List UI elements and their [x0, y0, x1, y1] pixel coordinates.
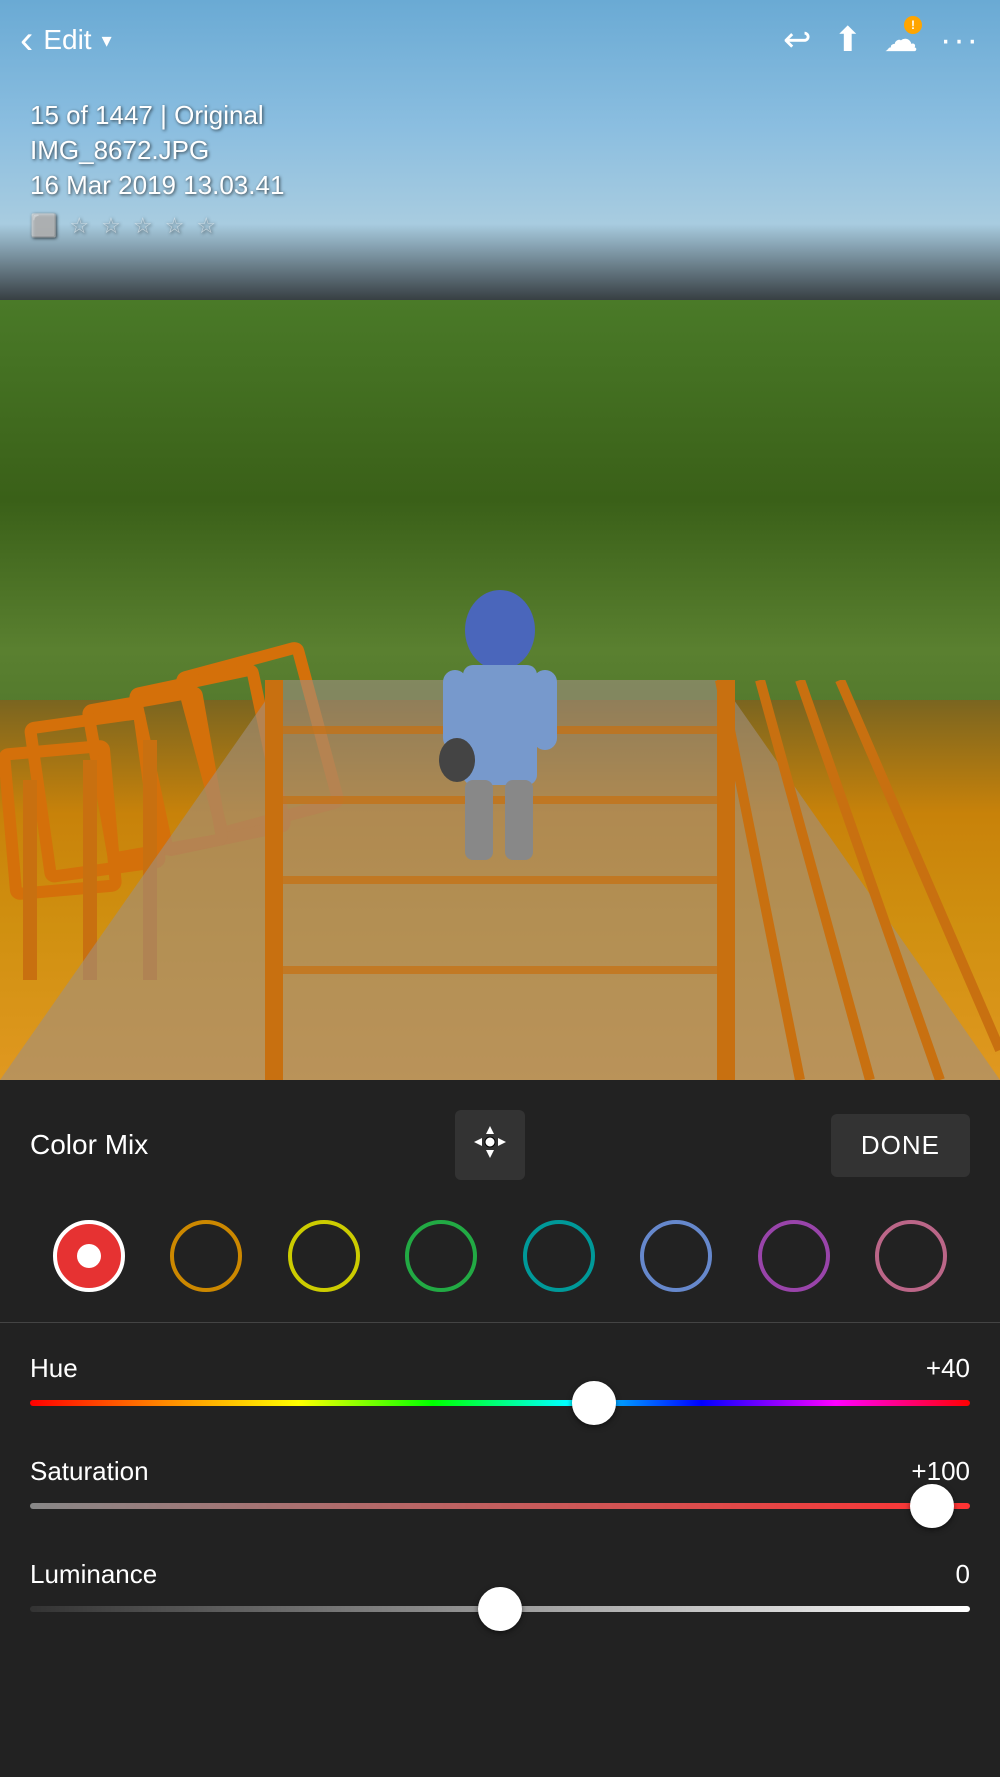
photo-metadata: 15 of 1447 | Original IMG_8672.JPG 16 Ma… [30, 100, 284, 239]
color-purple-button[interactable] [758, 1220, 830, 1292]
more-icon: ··· [940, 21, 980, 59]
star-2[interactable]: ☆ [101, 213, 121, 239]
color-mauve-button[interactable] [875, 1220, 947, 1292]
top-left-nav: ‹ Edit ▾ [20, 20, 112, 60]
back-icon: ‹ [20, 20, 33, 60]
bottom-panel: Color Mix DONE [0, 1080, 1000, 1777]
photo-counter: 15 of 1447 | Original [30, 100, 284, 131]
color-teal-button[interactable] [523, 1220, 595, 1292]
saturation-label-row: Saturation +100 [30, 1456, 970, 1487]
move-tool-button[interactable] [455, 1110, 525, 1180]
person-silhouette [435, 580, 565, 870]
top-bar: ‹ Edit ▾ ↩ ⬆ ☁ ! ··· [0, 0, 1000, 80]
color-mix-header: Color Mix DONE [0, 1080, 1000, 1200]
luminance-slider-track[interactable] [30, 1606, 970, 1612]
done-button[interactable]: DONE [831, 1114, 970, 1177]
hue-value: +40 [926, 1353, 970, 1384]
edit-label: Edit [43, 24, 91, 56]
luminance-label-row: Luminance 0 [30, 1559, 970, 1590]
cloud-warning-badge: ! [904, 16, 922, 34]
star-4[interactable]: ☆ [165, 213, 185, 239]
star-1[interactable]: ☆ [69, 213, 89, 239]
color-yellow-button[interactable] [288, 1220, 360, 1292]
color-blue-button[interactable] [640, 1220, 712, 1292]
star-3[interactable]: ☆ [133, 213, 153, 239]
luminance-slider-thumb[interactable] [478, 1587, 522, 1631]
hue-slider-thumb[interactable] [572, 1381, 616, 1425]
star-5[interactable]: ☆ [196, 213, 216, 239]
top-right-actions: ↩ ⬆ ☁ ! ··· [783, 20, 980, 60]
luminance-value: 0 [956, 1559, 970, 1590]
move-icon [472, 1124, 508, 1167]
saturation-slider-thumb[interactable] [910, 1484, 954, 1528]
flag-icon[interactable]: ⬜ [30, 213, 57, 239]
edit-menu-button[interactable]: Edit ▾ [43, 24, 111, 56]
sliders-section: Hue +40 Saturation +100 Luminance 0 [0, 1323, 1000, 1612]
saturation-slider-row: Saturation +100 [30, 1456, 970, 1509]
hue-slider-track[interactable] [30, 1400, 970, 1406]
warning-icon: ! [911, 18, 915, 32]
cloud-sync-button[interactable]: ☁ ! [884, 20, 918, 60]
saturation-slider-track[interactable] [30, 1503, 970, 1509]
color-circles-row [0, 1200, 1000, 1322]
share-icon: ⬆ [834, 21, 863, 59]
photo-display: 15 of 1447 | Original IMG_8672.JPG 16 Ma… [0, 0, 1000, 1080]
back-button[interactable]: ‹ [20, 20, 33, 60]
chevron-down-icon: ▾ [102, 28, 112, 53]
color-mix-title: Color Mix [30, 1129, 148, 1161]
share-button[interactable]: ⬆ [834, 20, 863, 60]
undo-button[interactable]: ↩ [783, 20, 812, 60]
hue-label-row: Hue +40 [30, 1353, 970, 1384]
more-options-button[interactable]: ··· [940, 21, 980, 60]
color-green-button[interactable] [405, 1220, 477, 1292]
hue-label: Hue [30, 1353, 78, 1384]
color-orange-button[interactable] [170, 1220, 242, 1292]
photo-datetime: 16 Mar 2019 13.03.41 [30, 170, 284, 201]
luminance-label: Luminance [30, 1559, 157, 1590]
luminance-slider-row: Luminance 0 [30, 1559, 970, 1612]
photo-rating-row: ⬜ ☆ ☆ ☆ ☆ ☆ [30, 213, 284, 239]
color-red-button[interactable] [53, 1220, 125, 1292]
saturation-label: Saturation [30, 1456, 149, 1487]
photo-filename: IMG_8672.JPG [30, 135, 284, 166]
saturation-value: +100 [911, 1456, 970, 1487]
hue-slider-row: Hue +40 [30, 1353, 970, 1406]
undo-icon: ↩ [783, 21, 812, 59]
